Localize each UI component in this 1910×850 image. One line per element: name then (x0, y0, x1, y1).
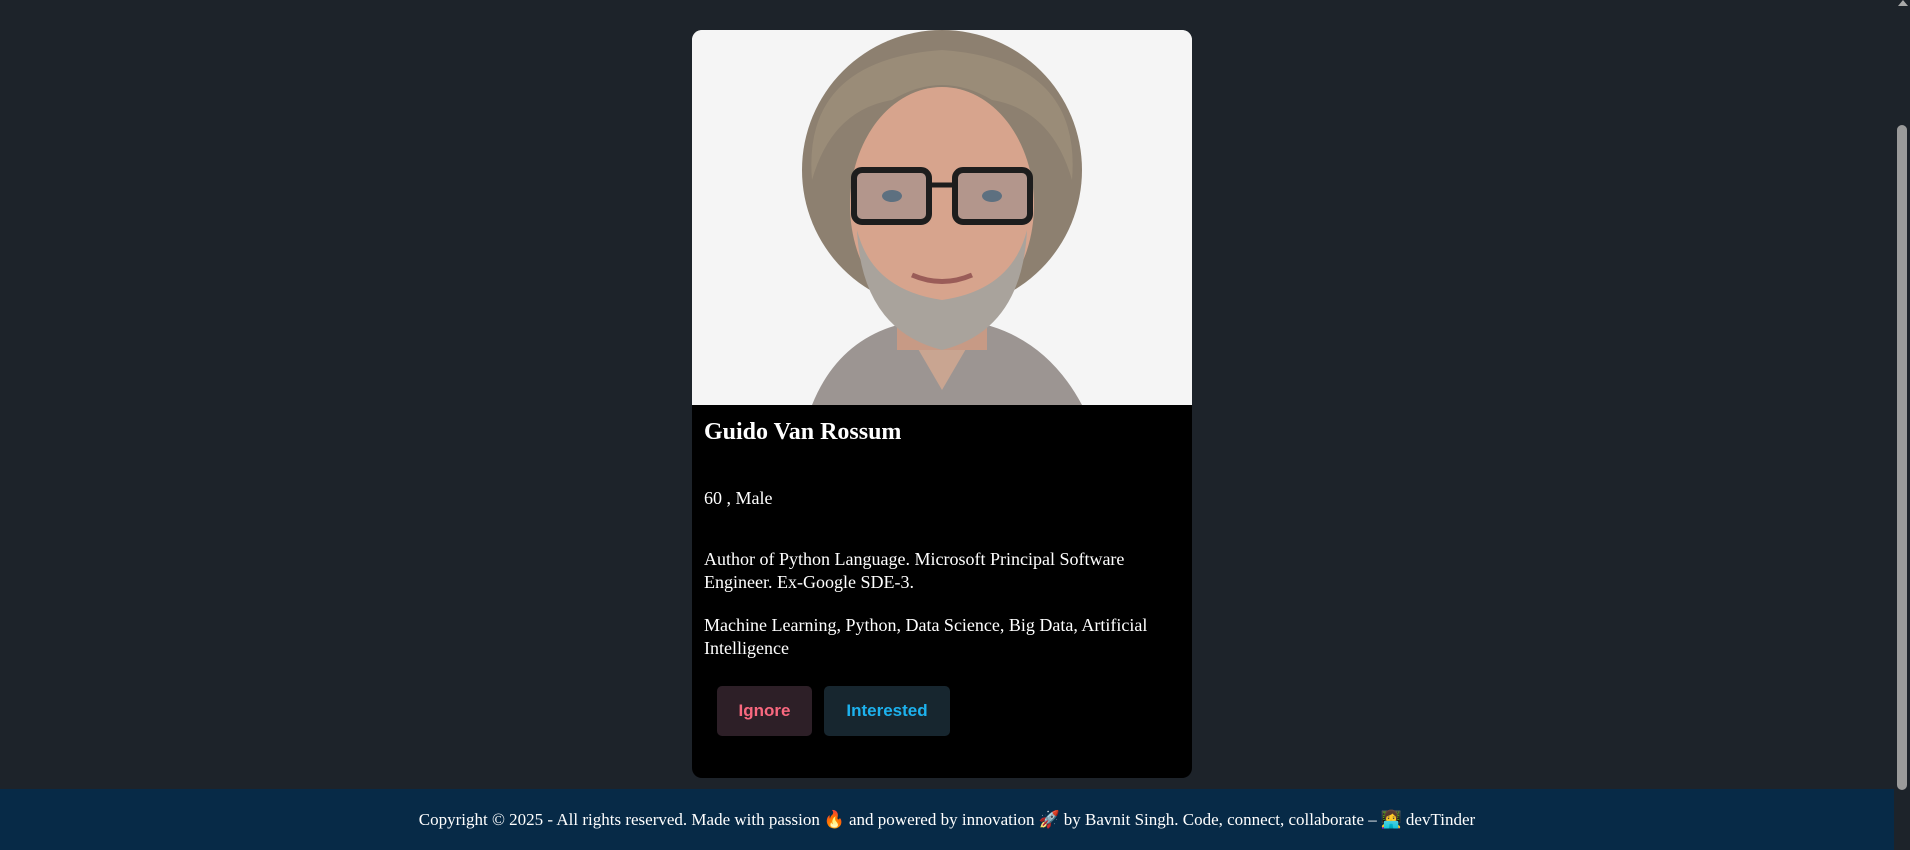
footer-brand: devTinder (1405, 809, 1476, 829)
coder-icon: 👩‍💻 (1380, 809, 1402, 830)
vertical-scrollbar[interactable] (1894, 0, 1910, 850)
user-card: Guido Van Rossum 60 , Male Author of Pyt… (692, 30, 1192, 778)
age-gender: 60 , Male (704, 488, 773, 508)
fire-icon: 🔥 (823, 809, 846, 830)
card-actions: Ignore Interested (717, 686, 1180, 736)
interested-button[interactable]: Interested (824, 686, 950, 736)
ignore-button[interactable]: Ignore (717, 686, 812, 736)
about-text: Author of Python Language. Microsoft Pri… (704, 549, 1125, 592)
scroll-up-arrow-icon[interactable] (1898, 0, 1908, 6)
profile-photo (692, 30, 1192, 405)
app-viewport: Guido Van Rossum 60 , Male Author of Pyt… (0, 0, 1910, 850)
footer-text-2: and powered by innovation (849, 809, 1035, 829)
scrollbar-thumb[interactable] (1897, 125, 1907, 790)
footer: Copyright © 2025 - All rights reserved. … (0, 789, 1894, 850)
card-body: Guido Van Rossum 60 , Male Author of Pyt… (692, 405, 1192, 736)
rocket-icon: 🚀 (1038, 809, 1060, 830)
skills-text: Machine Learning, Python, Data Science, … (704, 615, 1148, 658)
user-name: Guido Van Rossum (704, 419, 902, 445)
profile-photo-image (692, 30, 1192, 405)
footer-text-1: Copyright © 2025 - All rights reserved. … (418, 809, 820, 829)
footer-text-3: by Bavnit Singh. Code, connect, collabor… (1063, 809, 1377, 829)
